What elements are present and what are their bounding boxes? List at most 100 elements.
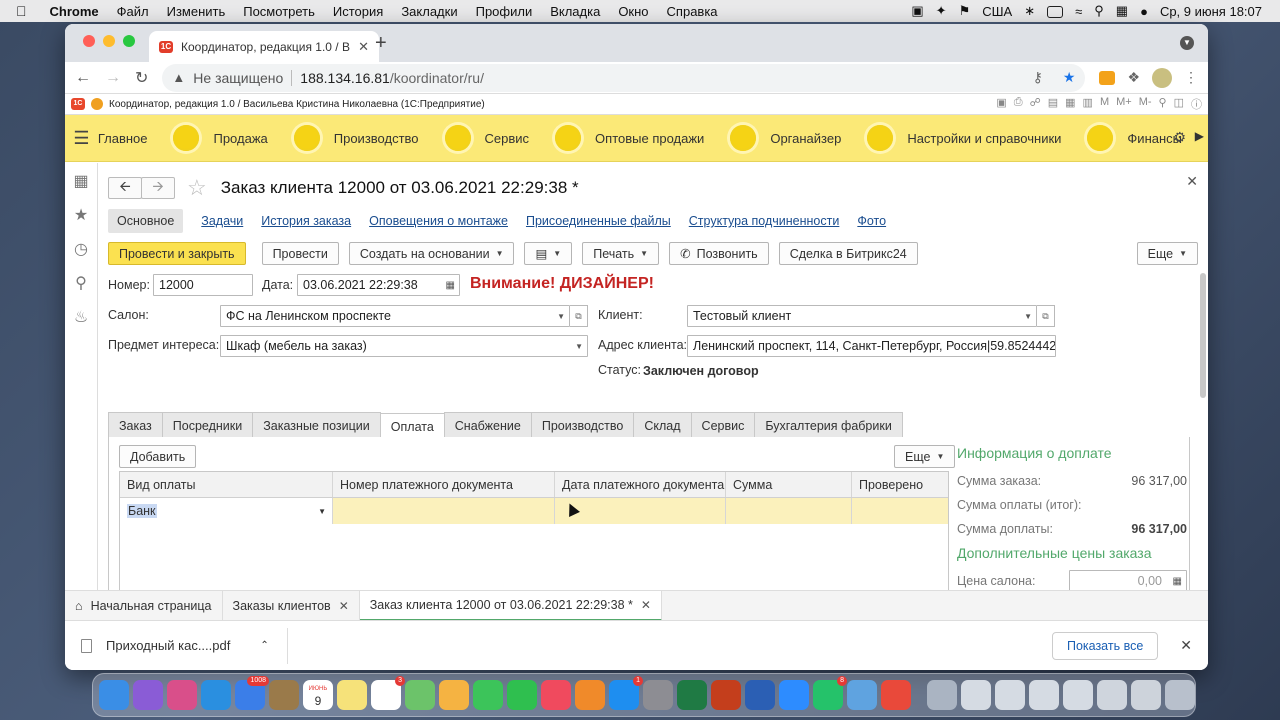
chevron-up-icon[interactable]: ⌃	[260, 640, 268, 651]
client-select[interactable]: Тестовый клиент ▼ ⧉	[687, 305, 1055, 327]
memory-m-icon[interactable]: M	[1100, 96, 1109, 112]
maps-icon[interactable]	[405, 680, 435, 710]
menu-history[interactable]: История	[324, 4, 392, 19]
home-page-tab[interactable]: ⌂ Начальная страница	[65, 590, 223, 621]
col-payment-type[interactable]: Вид оплаты	[120, 472, 333, 497]
forward-arrow-icon[interactable]: →	[105, 69, 121, 87]
chevron-down-icon[interactable]: ▼	[318, 507, 326, 516]
tab-warehouse[interactable]: Склад	[633, 412, 692, 440]
cell-checked[interactable]	[852, 498, 948, 524]
tab-order-history[interactable]: История заказа	[261, 214, 351, 228]
siri-icon[interactable]: ●	[1134, 4, 1154, 19]
profile-avatar[interactable]	[1152, 67, 1172, 88]
address-field[interactable]: Ленинский проспект, 114, Санкт-Петербург…	[687, 335, 1056, 357]
menu-tab[interactable]: Вкладка	[541, 4, 609, 19]
col-doc-number[interactable]: Номер платежного документа	[333, 472, 555, 497]
extensions-puzzle-icon[interactable]: ❖	[1127, 69, 1140, 86]
memory-mplus-icon[interactable]: M+	[1116, 96, 1132, 112]
url-input[interactable]: ▲ Не защищено 188.134.16.81/koordinator/…	[162, 63, 1086, 92]
music-icon[interactable]	[541, 680, 571, 710]
open-client-icon[interactable]: ⧉	[1037, 305, 1055, 327]
tab-production[interactable]: Производство	[530, 412, 635, 440]
tab-order[interactable]: Заказ	[108, 412, 163, 440]
section-finance[interactable]: Финансы	[1087, 125, 1182, 151]
browser-tab-active[interactable]: 1C Координатор, редакция 1.0 / В ✕	[149, 31, 379, 62]
client-orders-tab[interactable]: Заказы клиентов ✕	[223, 590, 360, 621]
close-downloads-icon[interactable]: ✕	[1180, 637, 1192, 654]
menu-bookmarks[interactable]: Закладки	[392, 4, 466, 19]
bell-icon[interactable]: ♨	[74, 307, 88, 327]
warning-triangle-icon[interactable]: ▲	[172, 70, 185, 85]
photos-icon[interactable]	[439, 680, 469, 710]
cell-amount[interactable]	[726, 498, 852, 524]
form-scrollbar[interactable]	[1200, 273, 1206, 398]
section-production[interactable]: Производство	[293, 125, 419, 151]
number-field[interactable]: 12000	[153, 274, 253, 296]
menu-app-name[interactable]: Chrome	[41, 4, 108, 19]
back-arrow-icon[interactable]: ←	[75, 69, 91, 87]
print-icon[interactable]: ⎙	[1014, 96, 1023, 112]
cell-doc-date[interactable]	[555, 498, 726, 524]
show-all-downloads-button[interactable]: Показать все	[1051, 631, 1159, 660]
sections-scroll-right-icon[interactable]: ▶	[1195, 129, 1204, 143]
section-service[interactable]: Сервис	[444, 125, 529, 151]
hamburger-menu-icon[interactable]: ☰	[65, 128, 98, 149]
tab-attached-files[interactable]: Присоединенные файлы	[526, 214, 671, 228]
flag-icon[interactable]: ⚑	[953, 3, 977, 19]
tab-photo[interactable]: Фото	[857, 214, 886, 228]
calculator-icon[interactable]: ▦	[1173, 576, 1182, 587]
download-item[interactable]: Приходный кас....pdf ⌃	[81, 627, 288, 664]
salon-field[interactable]: ФС на Ленинском проспекте ▼	[220, 305, 570, 327]
section-wholesale[interactable]: Оптовые продажи	[555, 125, 704, 151]
add-payment-button[interactable]: Добавить	[119, 445, 197, 468]
control-center-icon[interactable]: ▦	[1110, 3, 1134, 19]
menu-window[interactable]: Окно	[609, 4, 657, 19]
chevron-down-icon[interactable]: ▼	[1024, 312, 1032, 321]
copy-icon[interactable]: ▤	[1048, 96, 1058, 112]
sync-status-icon[interactable]: ✦	[930, 3, 953, 19]
wifi-icon[interactable]: ≈	[1069, 4, 1088, 19]
siri-dock-icon[interactable]	[133, 680, 163, 710]
salon-select[interactable]: ФС на Ленинском проспекте ▼ ⧉	[220, 305, 588, 327]
facetime-icon[interactable]	[507, 680, 537, 710]
excel-icon[interactable]	[677, 680, 707, 710]
more-actions-button[interactable]: Еще ▼	[1136, 242, 1198, 265]
back-nav-button[interactable]: 🡨	[108, 177, 142, 199]
table-row[interactable]: Банк ▼	[120, 498, 948, 524]
chrome-menu-icon[interactable]: ⋮	[1184, 69, 1198, 86]
payment-type-value[interactable]: Банк	[127, 504, 157, 518]
whatsapp-icon[interactable]: 8	[813, 676, 847, 710]
client-field[interactable]: Тестовый клиент ▼	[687, 305, 1037, 327]
save-icon[interactable]: ▣	[996, 96, 1006, 112]
menubar-clock[interactable]: Ср, 9 июня 18:07	[1154, 4, 1268, 19]
memory-mminus-icon[interactable]: M-	[1139, 96, 1152, 112]
link-icon[interactable]: ☍	[1030, 96, 1041, 112]
open-salon-icon[interactable]: ⧉	[570, 305, 588, 327]
safari-icon[interactable]	[201, 680, 231, 710]
key-icon[interactable]: ⚷	[1033, 69, 1043, 86]
reminders-icon[interactable]: 3	[371, 676, 405, 710]
zoom-icon[interactable]: ⚲	[1159, 96, 1167, 112]
bitrix-deal-button[interactable]: Сделка в Битрикс24	[778, 242, 918, 265]
tab-custom-positions[interactable]: Заказные позиции	[252, 412, 381, 440]
recent-sheet-4-icon[interactable]	[1063, 680, 1093, 710]
calendar-icon[interactable]: ▥	[1083, 96, 1093, 112]
recent-sheet-2-icon[interactable]	[995, 680, 1025, 710]
tab-search-icon[interactable]: ▼	[1180, 36, 1194, 50]
bookmark-star-icon[interactable]: ★	[1063, 69, 1076, 86]
section-main[interactable]: Главное	[98, 131, 148, 146]
section-settings[interactable]: Настройки и справочники	[867, 125, 1061, 151]
tab-intermediaries[interactable]: Посредники	[161, 412, 254, 440]
powerpoint-icon[interactable]	[711, 680, 741, 710]
document-menu-button[interactable]: ▤ ▼	[524, 242, 573, 265]
tab-subordination[interactable]: Структура подчиненности	[689, 214, 840, 228]
app-menu-icon[interactable]	[91, 98, 103, 110]
col-checked[interactable]: Проверено	[852, 472, 948, 497]
zoom-app-icon[interactable]	[779, 680, 809, 710]
zoom-status-icon[interactable]: ▣	[905, 3, 929, 19]
close-icon[interactable]: ✕	[641, 598, 651, 612]
new-tab-button[interactable]: +	[375, 32, 387, 55]
trash-icon[interactable]	[1165, 680, 1195, 710]
chevron-down-icon[interactable]: ▼	[575, 342, 583, 351]
system-preferences-icon[interactable]	[643, 680, 673, 710]
